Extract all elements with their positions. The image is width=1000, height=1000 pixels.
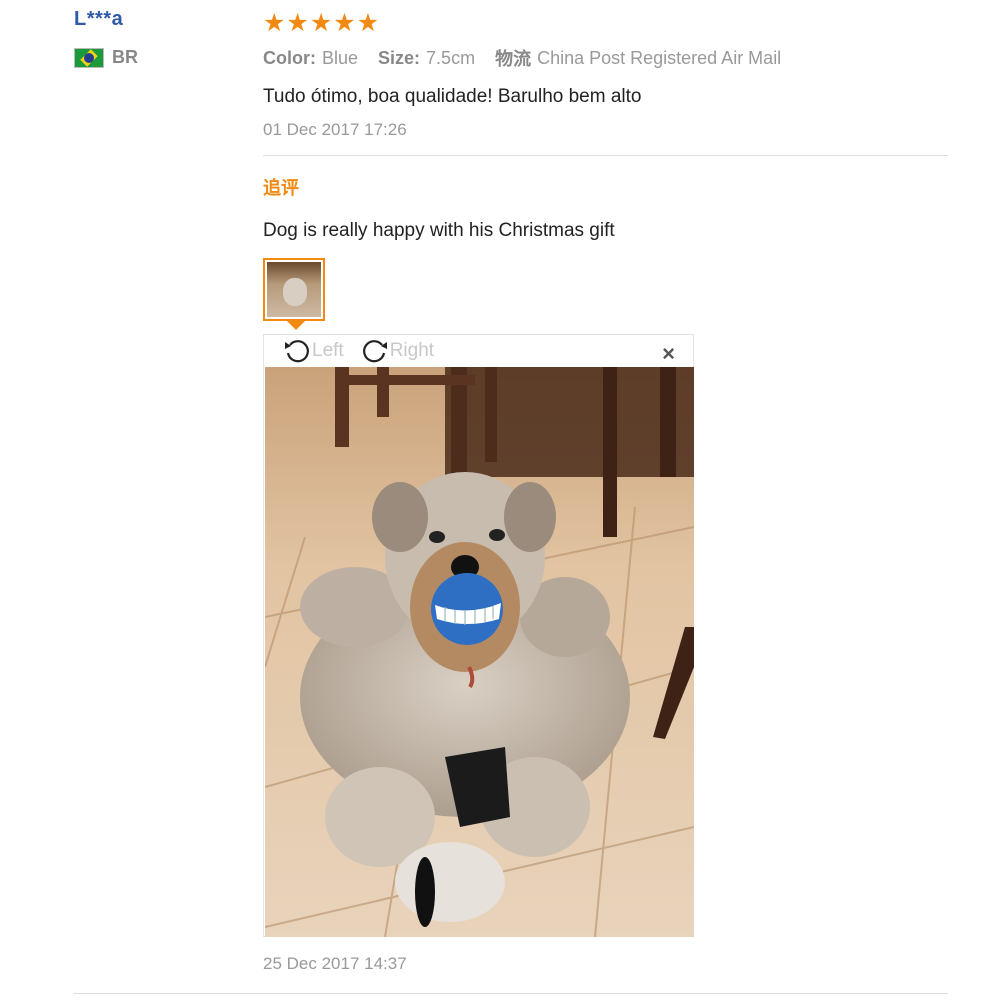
review-block: ★ ★ ★ ★ ★ Color: Blue Size: 7.5cm 物流 Chi… [263, 10, 948, 242]
star-icon: ★ [286, 9, 309, 37]
color-label: Color: [263, 47, 316, 68]
shipping-value: China Post Registered Air Mail [537, 47, 782, 68]
rotate-left-label: Left [312, 340, 344, 361]
size-value: 7.5cm [426, 47, 476, 68]
rotate-left-icon [285, 340, 309, 363]
reviewer-country: BR [74, 47, 234, 68]
star-icon: ★ [356, 9, 380, 37]
divider [263, 155, 948, 156]
dog-thumbnail-image [267, 262, 321, 317]
rotate-right-icon [362, 340, 387, 363]
color-value: Blue [322, 47, 359, 68]
dog-photo [265, 367, 694, 937]
dog-photo-image [265, 367, 694, 937]
order-attributes: Color: Blue Size: 7.5cm 物流 China Post Re… [263, 45, 948, 71]
star-icon: ★ [263, 9, 286, 37]
rotate-right-label: Right [389, 340, 435, 361]
divider [74, 993, 948, 994]
image-viewer: Left Right × [263, 334, 694, 937]
review-date: 01 Dec 2017 17:26 [263, 120, 407, 139]
rotate-left-button[interactable]: Left [282, 336, 344, 366]
close-viewer-button[interactable]: × [662, 341, 675, 367]
followup-text: Dog is really happy with his Christmas g… [263, 220, 615, 241]
star-icon: ★ [309, 9, 333, 37]
reviewer-info: L***a BR [74, 8, 234, 68]
shipping-label: 物流 [495, 49, 532, 69]
reviewer-name[interactable]: L***a [74, 8, 234, 31]
photo-thumbnail[interactable] [263, 258, 325, 321]
viewer-toolbar: Left Right × [264, 335, 693, 367]
star-rating: ★ ★ ★ ★ ★ [263, 10, 948, 36]
thumbnail-pointer-icon [287, 321, 305, 330]
review-text: Tudo ótimo, boa qualidade! Barulho bem a… [263, 86, 642, 107]
followup-date: 25 Dec 2017 14:37 [263, 954, 407, 973]
country-code: BR [112, 47, 138, 67]
size-label: Size: [378, 47, 421, 68]
followup-title: 追评 [263, 178, 299, 198]
star-icon: ★ [333, 9, 356, 37]
brazil-flag-icon [74, 47, 104, 68]
rotate-right-button[interactable]: Right [360, 336, 434, 366]
